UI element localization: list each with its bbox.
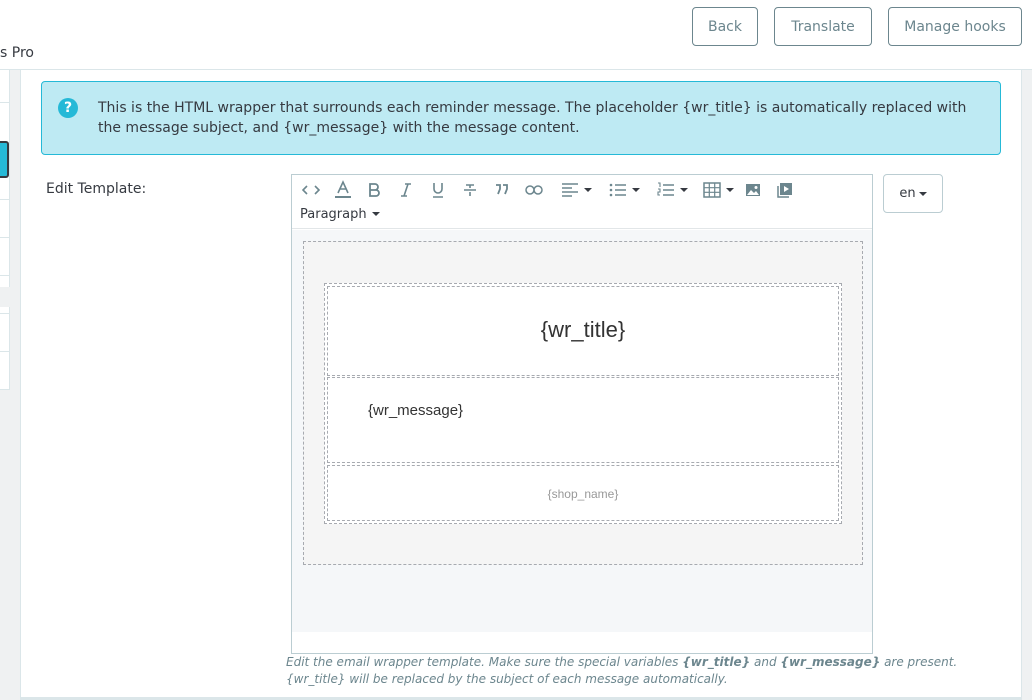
- help-text-part: Edit the email wrapper template. Make su…: [286, 655, 683, 669]
- bold-icon[interactable]: [364, 179, 384, 201]
- shop-name-placeholder: {shop_name}: [547, 487, 619, 501]
- table-icon[interactable]: [700, 179, 736, 201]
- info-alert: ? This is the HTML wrapper that surround…: [41, 81, 1001, 155]
- editor-content-area[interactable]: {wr_title} {wr_message} {shop_name}: [292, 230, 872, 632]
- chevron-down-icon: [583, 188, 592, 192]
- side-nav-divider: [0, 313, 10, 314]
- link-icon[interactable]: [524, 179, 544, 201]
- blockquote-icon[interactable]: [492, 179, 512, 201]
- wrapper-table: {wr_title} {wr_message} {shop_name}: [303, 241, 863, 565]
- side-nav-item-active[interactable]: [0, 141, 9, 178]
- underline-icon[interactable]: [428, 179, 448, 201]
- language-dropdown[interactable]: en: [883, 174, 943, 213]
- footer-cell: {shop_name}: [327, 465, 839, 521]
- chevron-down-icon: [631, 188, 640, 192]
- editor-toolbar: Paragraph: [292, 175, 872, 229]
- chevron-down-icon: [371, 212, 380, 216]
- align-icon[interactable]: [556, 179, 596, 201]
- italic-icon[interactable]: [396, 179, 416, 201]
- side-nav-divider: [0, 275, 10, 276]
- format-select[interactable]: Paragraph: [300, 204, 380, 224]
- format-select-label: Paragraph: [300, 206, 367, 222]
- chevron-down-icon: [725, 188, 734, 192]
- numbered-list-icon[interactable]: [652, 179, 692, 201]
- side-nav-section: [0, 287, 10, 307]
- message-table: {wr_title} {wr_message} {shop_name}: [324, 283, 842, 524]
- question-circle-icon: ?: [58, 98, 78, 118]
- help-text: Edit the email wrapper template. Make su…: [286, 654, 1006, 688]
- message-placeholder: {wr_message}: [368, 402, 464, 419]
- text-color-icon[interactable]: [332, 179, 354, 201]
- page-header: s Pro Back Translate Manage hooks: [0, 0, 1032, 70]
- title-cell: {wr_title}: [327, 286, 839, 376]
- help-variable: {wr_message}: [780, 655, 881, 669]
- code-icon[interactable]: [300, 179, 322, 201]
- chevron-down-icon: [679, 188, 688, 192]
- message-cell: {wr_message}: [327, 377, 839, 463]
- chevron-down-icon: [918, 191, 927, 196]
- edit-template-label: Edit Template:: [46, 181, 147, 197]
- media-icon[interactable]: [775, 179, 795, 201]
- bullet-list-icon[interactable]: [604, 179, 644, 201]
- alert-text: This is the HTML wrapper that surrounds …: [98, 100, 967, 136]
- back-button[interactable]: Back: [692, 7, 758, 46]
- help-variable: {wr_title}: [682, 655, 751, 669]
- image-icon[interactable]: [743, 179, 763, 201]
- template-editor: Paragraph {wr_title} {wr_message} {shop_…: [291, 174, 873, 654]
- page-title: s Pro: [0, 45, 34, 61]
- side-nav-divider: [0, 351, 10, 352]
- side-nav: [0, 70, 10, 390]
- translate-button[interactable]: Translate: [774, 7, 872, 46]
- side-nav-divider: [0, 237, 10, 238]
- language-label: en: [899, 186, 916, 201]
- side-nav-divider: [0, 199, 10, 200]
- title-placeholder: {wr_title}: [540, 317, 626, 342]
- strikethrough-icon[interactable]: [460, 179, 480, 201]
- side-nav-divider: [0, 102, 10, 103]
- help-text-part: and: [750, 655, 781, 669]
- side-nav-divider: [0, 389, 10, 390]
- manage-hooks-button[interactable]: Manage hooks: [888, 7, 1022, 46]
